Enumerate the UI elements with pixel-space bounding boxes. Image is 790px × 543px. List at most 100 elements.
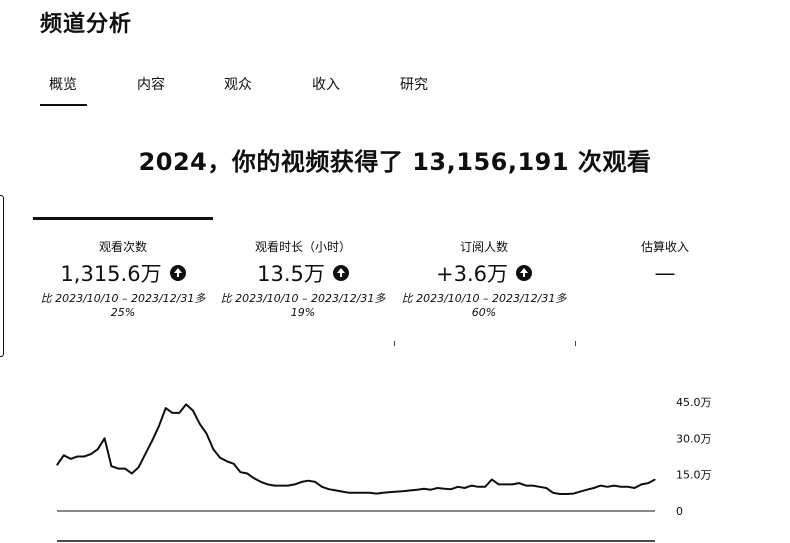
series-points (56, 403, 656, 495)
data-point (450, 488, 452, 490)
metric-compare-percent: 60% (471, 306, 497, 319)
data-point (640, 483, 643, 485)
tab-overview[interactable]: 概览 (49, 74, 77, 94)
tab-revenue[interactable]: 收入 (312, 74, 340, 94)
tab-research[interactable]: 研究 (400, 74, 428, 94)
data-point (287, 485, 289, 487)
data-point (416, 489, 418, 491)
data-point (76, 455, 78, 458)
data-point (253, 477, 255, 479)
data-point (403, 490, 405, 492)
data-point (634, 487, 636, 489)
data-point (335, 489, 337, 491)
data-point (532, 485, 534, 487)
collapsed-panel-edge[interactable] (0, 195, 4, 357)
data-point (321, 486, 323, 488)
data-point (443, 488, 445, 490)
data-point (131, 472, 133, 475)
metric-card-subscribers[interactable]: 订阅人数 +3.6万 比 2023/10/10 – 2023/12/31多 60… (394, 238, 574, 320)
data-point (491, 478, 493, 481)
metric-compare-period: 比 2023/10/10 – 2023/12/31多 (401, 292, 567, 305)
data-point (389, 491, 391, 493)
data-point (117, 468, 119, 470)
data-point (110, 465, 112, 467)
data-point (199, 423, 201, 425)
data-point (294, 483, 296, 485)
metric-value: 13.5万 (257, 262, 325, 286)
data-point (137, 466, 140, 468)
data-point (566, 493, 568, 495)
data-point (328, 488, 330, 490)
arrow-up-circle-icon (169, 265, 186, 281)
data-point (525, 485, 527, 487)
data-point (348, 492, 350, 494)
data-point (171, 412, 174, 414)
data-point (63, 454, 65, 456)
selected-tab-indicator (40, 104, 87, 106)
y-tick-label: 45.0万 (676, 396, 712, 409)
series-line-views (56, 403, 656, 495)
data-point (647, 482, 649, 484)
metric-value: — (654, 261, 676, 285)
tab-audience[interactable]: 观众 (224, 74, 252, 94)
data-point (280, 485, 282, 487)
data-point (178, 412, 180, 414)
data-point (307, 480, 309, 482)
data-point (83, 455, 85, 458)
metric-card-estimated-revenue[interactable]: 估算收入 — (575, 238, 755, 286)
data-point (654, 478, 656, 481)
card-divider-tick (394, 341, 395, 346)
data-point (314, 481, 316, 483)
data-point (341, 491, 343, 493)
selected-metric-indicator (33, 217, 213, 220)
metric-value: +3.6万 (436, 262, 508, 286)
tab-content[interactable]: 内容 (137, 74, 165, 94)
data-point (627, 486, 629, 488)
data-point (396, 491, 398, 493)
data-point (423, 488, 425, 490)
data-point (124, 468, 126, 470)
data-point (151, 440, 153, 442)
metric-value: 1,315.6万 (60, 262, 162, 286)
metric-label: 观看次数 (98, 240, 147, 254)
data-point (457, 486, 459, 488)
data-point (382, 492, 384, 494)
metric-label: 订阅人数 (459, 240, 508, 254)
metric-label: 观看时长（小时） (254, 240, 351, 254)
data-point (144, 453, 146, 455)
data-point (260, 481, 262, 483)
data-point (430, 489, 432, 491)
data-point (192, 409, 194, 412)
data-point (484, 486, 486, 488)
data-point (97, 448, 99, 450)
data-point (464, 487, 466, 489)
metric-compare-percent: 19% (290, 306, 316, 319)
y-tick-label: 30.0万 (676, 432, 712, 445)
data-point (511, 483, 513, 485)
metric-card-views[interactable]: 观看次数 1,315.6万 比 2023/10/10 – 2023/12/31多… (33, 238, 213, 320)
data-point (56, 464, 58, 466)
data-point (246, 472, 248, 475)
data-point (70, 458, 72, 460)
page-title: 频道分析 (40, 12, 133, 37)
data-point (593, 487, 595, 489)
data-point (185, 403, 187, 405)
y-tick-label: 15.0万 (676, 469, 712, 482)
data-point (165, 407, 167, 409)
metric-label: 估算收入 (640, 240, 689, 254)
data-point (477, 486, 479, 488)
data-point (606, 486, 609, 488)
data-point (504, 483, 507, 485)
metric-compare-period: 比 2023/10/10 – 2023/12/31多 (40, 292, 206, 305)
data-point (436, 487, 439, 489)
data-point (239, 471, 242, 473)
metric-compare-percent: 25% (110, 306, 136, 319)
data-point (572, 493, 575, 495)
card-divider-tick (575, 341, 576, 346)
arrow-up-circle-icon (516, 265, 532, 281)
data-point (301, 481, 303, 483)
metric-card-watch-time[interactable]: 观看时长（小时） 13.5万 比 2023/10/10 – 2023/12/31… (213, 238, 393, 320)
data-point (600, 485, 602, 487)
data-point (559, 493, 561, 495)
data-point (409, 489, 411, 491)
